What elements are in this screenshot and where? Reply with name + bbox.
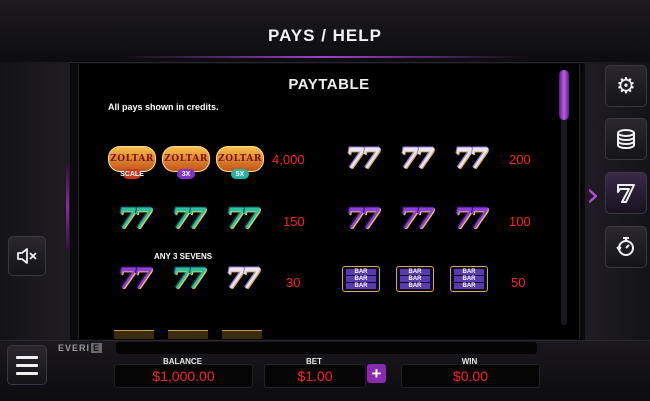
white-seven-symbol: 77: [225, 262, 261, 295]
paytable-panel[interactable]: PAYTABLE All pays shown in credits. ZOLT…: [78, 64, 580, 339]
balance-meter: BALANCE $1,000.00: [114, 357, 253, 391]
purple-seven-symbol: 77: [399, 202, 435, 235]
purple-seven-symbol: 77: [453, 202, 489, 235]
gear-icon: ⚙: [616, 73, 636, 98]
zoltar-5x-symbol: ZOLTAR 5X: [216, 142, 264, 179]
partial-symbol: [222, 330, 262, 339]
hamburger-menu-icon: [16, 355, 38, 359]
seven-icon: [617, 184, 635, 203]
purple-seven-symbol: 77: [117, 262, 153, 295]
teal-seven-symbol: 77: [171, 202, 207, 235]
win-value: $0.00: [401, 364, 540, 388]
balance-value: $1,000.00: [114, 364, 253, 388]
paytable-scrollbar-thumb[interactable]: [559, 70, 569, 120]
teal-seven-symbol: 77: [225, 202, 261, 235]
teal-seven-symbol: 77: [171, 262, 207, 295]
autoplay-timer-button[interactable]: [605, 226, 647, 268]
white-seven-symbol: 77: [453, 142, 489, 175]
teal-seven-symbol: 77: [117, 202, 153, 235]
triple-bar-symbol: BAR BAR BAR: [337, 262, 385, 296]
left-accent: [66, 162, 69, 252]
menu-button[interactable]: [7, 345, 47, 385]
active-chevron-icon: ›: [586, 175, 600, 215]
paytable-button[interactable]: [605, 172, 647, 214]
title-glow: [120, 56, 530, 58]
coins-stack-icon: [617, 129, 635, 150]
pay-value: 30: [286, 275, 301, 290]
partial-symbol: [114, 330, 154, 339]
paytable-heading: PAYTABLE: [288, 76, 370, 93]
brand-logo: EVERI E: [58, 343, 103, 353]
zoltar-logo-symbol: ZOLTAR SCALE: [108, 142, 156, 179]
partial-symbol: [168, 330, 208, 339]
bet-increase-button[interactable]: +: [367, 364, 386, 383]
white-seven-symbol: 77: [399, 142, 435, 175]
settings-button[interactable]: ⚙: [605, 65, 647, 107]
triple-bar-symbol: BAR BAR BAR: [445, 262, 493, 296]
zoltar-3x-symbol: ZOLTAR 3X: [162, 142, 210, 179]
speaker-mute-icon: [17, 248, 37, 264]
bet-meter[interactable]: BET $1.00: [264, 357, 366, 391]
white-seven-symbol: 77: [345, 142, 381, 175]
pay-value: 50: [511, 275, 526, 290]
stopwatch-icon: [616, 237, 634, 256]
credits-note: All pays shown in credits.: [108, 102, 219, 112]
win-meter: WIN $0.00: [401, 357, 540, 391]
pay-value: 150: [283, 214, 305, 229]
any-sevens-label: ANY 3 SEVENS: [154, 252, 213, 261]
pay-value: 100: [509, 214, 531, 229]
pay-value: 200: [509, 152, 531, 167]
mute-button[interactable]: [8, 236, 46, 276]
page-title: PAYS / HELP: [268, 26, 382, 45]
pay-value: 4,000: [272, 152, 305, 167]
message-bar: [116, 342, 537, 354]
bet-coins-button[interactable]: [605, 118, 647, 160]
triple-bar-symbol: BAR BAR BAR: [391, 262, 439, 296]
purple-seven-symbol: 77: [345, 202, 381, 235]
left-rail: [0, 62, 70, 344]
title-bar: PAYS / HELP: [0, 0, 650, 63]
bet-value: $1.00: [264, 364, 366, 388]
